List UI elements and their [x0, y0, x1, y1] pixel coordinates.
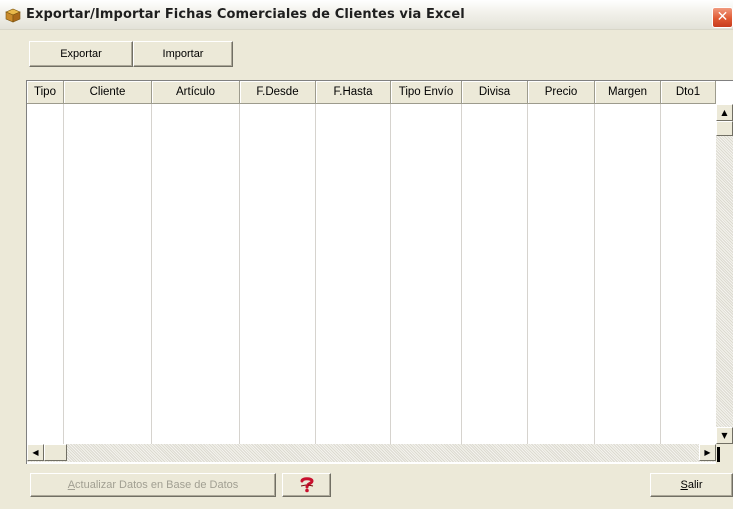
column-divider: [315, 104, 316, 444]
column-divider: [461, 104, 462, 444]
column-header-f-hasta[interactable]: F.Hasta: [316, 81, 391, 104]
close-button[interactable]: ✕: [712, 7, 733, 28]
column-divider: [239, 104, 240, 444]
exit-button-accel: S: [680, 479, 688, 491]
import-button[interactable]: Importar: [133, 41, 233, 67]
column-header-cliente[interactable]: Cliente: [64, 81, 152, 104]
vertical-scroll-thumb[interactable]: [716, 121, 733, 136]
column-header-articulo[interactable]: Artículo: [152, 81, 240, 104]
column-divider: [390, 104, 391, 444]
scroll-down-button[interactable]: ▼: [716, 427, 733, 444]
update-button-accel: A: [67, 479, 76, 491]
update-database-button[interactable]: Actualizar Datos en Base de Datos: [30, 473, 276, 497]
records-grid[interactable]: Tipo Cliente Artículo F.Desde F.Hasta Ti…: [26, 80, 733, 464]
arrow-up-icon: ▲: [721, 108, 728, 117]
title-bar[interactable]: Exportar/Importar Fichas Comerciales de …: [0, 0, 733, 30]
column-header-tipo-envio[interactable]: Tipo Envío: [391, 81, 462, 104]
import-button-label: Importar: [162, 48, 204, 60]
column-divider: [660, 104, 661, 444]
resize-marker: [717, 447, 720, 462]
column-header-margen[interactable]: Margen: [595, 81, 661, 104]
help-button[interactable]: [282, 473, 331, 497]
close-icon: ✕: [716, 9, 729, 25]
arrow-down-icon: ▼: [721, 431, 728, 440]
help-icon: [300, 477, 314, 493]
exit-button[interactable]: Salir: [650, 473, 733, 497]
grid-header: Tipo Cliente Artículo F.Desde F.Hasta Ti…: [27, 81, 733, 104]
column-header-f-desde[interactable]: F.Desde: [240, 81, 316, 104]
vertical-scrollbar[interactable]: ▲ ▼: [716, 104, 733, 444]
scroll-up-button[interactable]: ▲: [716, 104, 733, 121]
scroll-right-button[interactable]: ▶: [699, 444, 716, 461]
arrow-right-icon: ▶: [704, 448, 711, 457]
column-divider: [527, 104, 528, 444]
arrow-left-icon: ◀: [32, 448, 39, 457]
column-divider: [151, 104, 152, 444]
package-icon: [5, 8, 21, 23]
scroll-left-button[interactable]: ◀: [27, 444, 44, 461]
export-import-window: Exportar/Importar Fichas Comerciales de …: [0, 0, 733, 509]
column-header-divisa[interactable]: Divisa: [462, 81, 528, 104]
update-button-label: ctualizar Datos en Base de Datos: [75, 479, 239, 491]
column-divider: [63, 104, 64, 444]
scrollbar-corner: [716, 444, 733, 464]
export-button[interactable]: Exportar: [29, 41, 133, 67]
horizontal-scrollbar[interactable]: ◀ ▶: [27, 444, 716, 462]
horizontal-scroll-thumb[interactable]: [44, 444, 67, 461]
column-header-tipo[interactable]: Tipo: [27, 81, 64, 104]
column-header-dto1[interactable]: Dto1: [661, 81, 716, 104]
column-header-precio[interactable]: Precio: [528, 81, 595, 104]
exit-button-label: alir: [687, 479, 703, 491]
window-title: Exportar/Importar Fichas Comerciales de …: [26, 7, 465, 22]
export-button-label: Exportar: [60, 48, 102, 60]
column-divider: [594, 104, 595, 444]
